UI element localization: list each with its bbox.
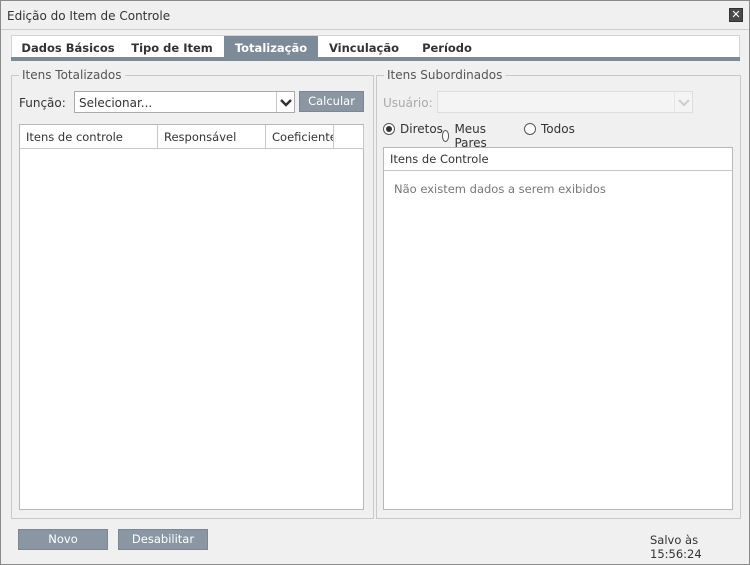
- tab-underline: [11, 57, 740, 61]
- column-header-coeficiente[interactable]: Coeficiente: [266, 125, 334, 149]
- chevron-down-icon[interactable]: [276, 92, 294, 112]
- usuario-label: Usuário:: [383, 96, 433, 110]
- title-bar: Edição do Item de Controle ✕: [1, 1, 749, 30]
- tab-periodo[interactable]: Período: [410, 36, 484, 58]
- close-icon[interactable]: ✕: [729, 8, 743, 22]
- radio-diretos-label: Diretos: [400, 122, 443, 136]
- itens-totalizados-legend: Itens Totalizados: [19, 68, 125, 82]
- window-title: Edição do Item de Controle: [7, 9, 171, 23]
- radio-meus-pares[interactable]: Meus Pares: [442, 122, 491, 150]
- funcao-select[interactable]: Selecionar...: [74, 91, 295, 113]
- radio-icon[interactable]: [442, 130, 450, 142]
- radio-todos-label: Todos: [541, 122, 575, 136]
- calcular-button[interactable]: Calcular: [299, 91, 364, 112]
- radio-todos[interactable]: Todos: [524, 122, 575, 136]
- save-status: Salvo às 15:56:24: [650, 533, 702, 561]
- desabilitar-button[interactable]: Desabilitar: [118, 529, 208, 550]
- table-header: Itens de controle Responsável Coeficient…: [20, 125, 364, 149]
- tab-vinculacao[interactable]: Vinculação: [322, 36, 406, 58]
- radio-icon[interactable]: [383, 123, 395, 135]
- empty-message: Não existem dados a serem exibidos: [394, 182, 606, 196]
- radio-icon[interactable]: [524, 123, 536, 135]
- funcao-select-value: Selecionar...: [79, 96, 153, 110]
- tab-tipo-de-item[interactable]: Tipo de Item: [122, 36, 222, 58]
- usuario-select[interactable]: [437, 91, 693, 113]
- tab-dados-basicos[interactable]: Dados Básicos: [16, 36, 120, 58]
- itens-subordinados-legend: Itens Subordinados: [384, 68, 506, 82]
- novo-button[interactable]: Novo: [18, 529, 108, 550]
- column-header-itens-de-controle[interactable]: Itens de Controle: [384, 148, 733, 171]
- itens-totalizados-table: Itens de controle Responsável Coeficient…: [19, 124, 364, 510]
- table-header: Itens de Controle: [384, 148, 732, 171]
- chevron-down-icon[interactable]: [674, 92, 692, 112]
- column-header-blank: [334, 125, 364, 149]
- tab-totalizacao[interactable]: Totalização: [224, 36, 318, 58]
- itens-subordinados-table: Itens de Controle Não existem dados a se…: [383, 147, 733, 510]
- funcao-label: Função:: [19, 96, 66, 110]
- radio-meus-pares-label: Meus Pares: [454, 122, 487, 150]
- column-header-itens-de-controle[interactable]: Itens de controle: [20, 125, 158, 149]
- column-header-responsavel[interactable]: Responsável: [158, 125, 266, 149]
- radio-diretos[interactable]: Diretos: [383, 122, 443, 136]
- dialog-window: Edição do Item de Controle ✕ Dados Básic…: [0, 0, 750, 565]
